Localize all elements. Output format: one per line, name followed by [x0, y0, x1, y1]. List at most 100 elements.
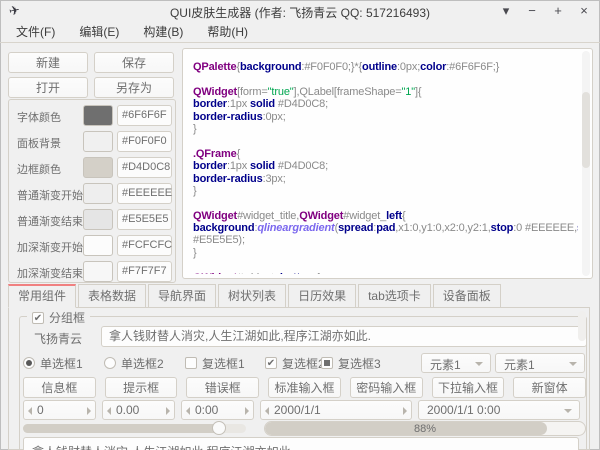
dialog-button-5[interactable]: 密码输入框: [350, 377, 423, 398]
close-button[interactable]: ×: [571, 0, 597, 22]
editor-scrollbar-thumb[interactable]: [582, 92, 590, 169]
spin-up-icon[interactable]: [245, 407, 249, 415]
color-hex-field[interactable]: #E5E5E5: [117, 209, 172, 230]
code-line: [193, 73, 578, 85]
menu-item-1[interactable]: 文件(F): [4, 22, 67, 42]
code-token: border: [193, 160, 227, 172]
tab-1[interactable]: 常用组件: [8, 284, 76, 308]
motto-input[interactable]: 拿人钱财替人消灾,人生江湖如此,程序江湖亦如此.: [101, 326, 587, 347]
dialog-button-1[interactable]: 信息框: [23, 377, 96, 398]
checkbox[interactable]: [185, 357, 197, 369]
tab-6[interactable]: tab选项卡: [358, 284, 431, 308]
file-button-2[interactable]: 保存: [94, 52, 174, 73]
color-swatch-button[interactable]: [83, 235, 113, 256]
color-swatch-button[interactable]: [83, 209, 113, 230]
code-token: #widget_: [343, 210, 386, 222]
menu-item-2[interactable]: 编辑(E): [67, 22, 131, 42]
code-token: "1": [402, 86, 415, 98]
code-line: border-radius:0px;: [193, 111, 578, 123]
app-window: ✈ QUI皮肤生成器 (作者: 飞扬青云 QQ: 517216493) ▾−+×…: [0, 0, 600, 450]
combo-box[interactable]: 元素1: [495, 353, 585, 373]
progress-label: 88%: [265, 423, 585, 435]
code-token: {: [402, 210, 406, 222]
color-swatch-button[interactable]: [83, 157, 113, 178]
checkbox[interactable]: [321, 357, 333, 369]
code-token: :0px;: [263, 111, 286, 123]
spinbox-4[interactable]: 2000/1/1: [260, 400, 412, 420]
spinbox-5[interactable]: 2000/1/1 0:00: [418, 400, 580, 420]
slider[interactable]: [23, 421, 246, 436]
checkbox-label: 复选框3: [338, 355, 381, 372]
spin-up-icon[interactable]: [166, 407, 170, 415]
dialog-button-row: 信息框提示框错误框标准输入框密码输入框下拉输入框新窗体: [23, 377, 586, 398]
tab-3[interactable]: 导航界面: [148, 284, 216, 308]
chevron-down-icon[interactable]: [564, 409, 572, 413]
spin-up-icon[interactable]: [403, 407, 407, 415]
spinbox-value[interactable]: 2000/1/1 0:00: [427, 403, 500, 417]
groupbox-legend[interactable]: ✔ 分组框: [27, 309, 90, 326]
code-line: [193, 135, 578, 147]
menu-item-4[interactable]: 帮助(H): [195, 22, 260, 42]
spin-up-icon[interactable]: [87, 407, 91, 415]
color-hex-field[interactable]: #FCFCFC: [117, 235, 172, 256]
tab-7[interactable]: 设备面板: [433, 284, 501, 308]
tab-5[interactable]: 日历效果: [288, 284, 356, 308]
spinbox-3[interactable]: 0:00: [181, 400, 254, 420]
color-hex-field[interactable]: #D4D0C8: [117, 157, 172, 178]
file-button-4[interactable]: 另存为: [94, 77, 174, 98]
qss-code-editor[interactable]: QPalette{background:#F0F0F0;}*{outline:0…: [182, 48, 593, 279]
code-token: ],QLabel[frameShape=: [294, 86, 402, 98]
code-line: border:1px solid #D4D0C8;: [193, 98, 578, 110]
slider-fill: [23, 424, 219, 433]
spin-down-icon[interactable]: [28, 407, 32, 415]
menu-item-3[interactable]: 构建(B): [131, 22, 195, 42]
code-line: border:1px solid #D4D0C8;: [193, 160, 578, 172]
dialog-button-2[interactable]: 提示框: [105, 377, 178, 398]
text-edit[interactable]: 拿人钱财替人消灾,人生江湖如此,程序江湖亦如此.: [23, 437, 579, 450]
combo-value: 元素1: [430, 356, 461, 373]
spinbox-value[interactable]: 0.00: [116, 403, 139, 417]
dialog-button-7[interactable]: 新窗体: [513, 377, 586, 398]
code-token: outline: [362, 61, 397, 73]
spinbox-value[interactable]: 2000/1/1: [274, 403, 321, 417]
minimize-button[interactable]: −: [519, 0, 545, 22]
dialog-button-6[interactable]: 下拉输入框: [432, 377, 505, 398]
color-swatch-button[interactable]: [83, 261, 113, 282]
tab-2[interactable]: 表格数据: [78, 284, 146, 308]
maximize-button[interactable]: +: [545, 0, 571, 22]
dialog-button-4[interactable]: 标准输入框: [268, 377, 341, 398]
checkbox-item: 复选框3: [321, 355, 381, 371]
dialog-button-3[interactable]: 错误框: [186, 377, 259, 398]
spin-down-icon[interactable]: [107, 407, 111, 415]
groupbox-checkbox[interactable]: ✔: [32, 312, 44, 324]
color-swatch-button[interactable]: [83, 183, 113, 204]
color-hex-field[interactable]: #F0F0F0: [117, 131, 172, 152]
spin-down-icon[interactable]: [186, 407, 190, 415]
file-button-3[interactable]: 打开: [8, 77, 88, 98]
color-swatch-button[interactable]: [83, 105, 113, 126]
radio-label: 单选框1: [40, 355, 83, 372]
code-token: }: [193, 123, 197, 135]
code-token: #D4D0C8;: [275, 98, 328, 110]
file-button-1[interactable]: 新建: [8, 52, 88, 73]
color-hex-field[interactable]: #EEEEEE: [117, 183, 172, 204]
combo-box[interactable]: 元素1: [421, 353, 491, 373]
spin-down-icon[interactable]: [265, 407, 269, 415]
code-token: ]{: [415, 86, 421, 98]
color-hex-field[interactable]: #F7F7F7: [117, 261, 172, 282]
editor-scrollbar[interactable]: [582, 51, 590, 276]
textedit-scrollbar[interactable]: [578, 311, 586, 341]
spinbox-1[interactable]: 0: [23, 400, 96, 420]
spinbox-value[interactable]: 0: [37, 403, 44, 417]
code-line: border-radius:3px;: [193, 173, 578, 185]
title-bar[interactable]: ✈ QUI皮肤生成器 (作者: 飞扬青云 QQ: 517216493) ▾−+×: [0, 0, 600, 22]
window-menu-button[interactable]: ▾: [493, 0, 519, 22]
checkbox[interactable]: ✔: [265, 357, 277, 369]
spinbox-2[interactable]: 0.00: [102, 400, 175, 420]
tab-4[interactable]: 树状列表: [218, 284, 286, 308]
color-swatch-button[interactable]: [83, 131, 113, 152]
radio-button[interactable]: [23, 357, 35, 369]
spinbox-value[interactable]: 0:00: [195, 403, 218, 417]
radio-button[interactable]: [104, 357, 116, 369]
color-hex-field[interactable]: #6F6F6F: [117, 105, 172, 126]
